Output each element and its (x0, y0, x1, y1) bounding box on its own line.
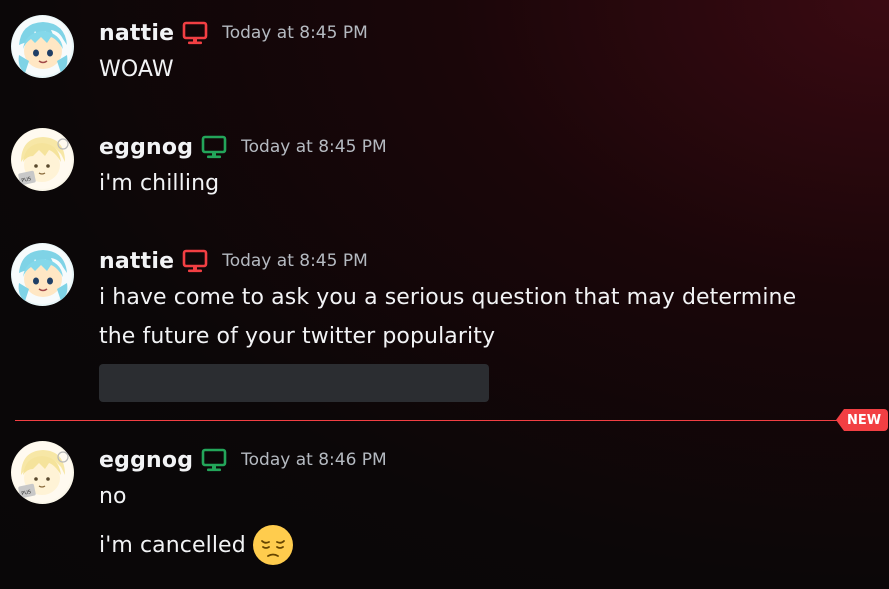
message-header: eggnog Today at 8:45 PM (99, 132, 387, 162)
eggnog-avatar-image: PUS (11, 128, 74, 191)
username[interactable]: eggnog (99, 448, 193, 473)
pensive-face-icon[interactable] (252, 524, 294, 566)
timestamp[interactable]: Today at 8:45 PM (222, 23, 368, 43)
username[interactable]: nattie (99, 249, 174, 274)
eggnog-avatar-image: PUS (11, 441, 74, 504)
message-text: WOAW (99, 57, 174, 82)
nattie-avatar-image (11, 243, 74, 306)
avatar-eggnog[interactable]: PUS (11, 441, 74, 504)
timestamp[interactable]: Today at 8:45 PM (241, 137, 387, 157)
desktop-icon (201, 447, 227, 473)
message-text-line-2: the future of your twitter popularity (99, 324, 496, 349)
message-text-line-2-wrapper: i'm cancelled (99, 524, 294, 566)
avatar-nattie[interactable] (11, 243, 74, 306)
message-header: eggnog Today at 8:46 PM (99, 445, 387, 475)
nattie-avatar-image (11, 15, 74, 78)
new-badge: NEW (836, 409, 888, 431)
desktop-icon (182, 20, 208, 46)
timestamp[interactable]: Today at 8:46 PM (241, 450, 387, 470)
username[interactable]: eggnog (99, 135, 193, 160)
desktop-icon (201, 134, 227, 160)
avatar-eggnog[interactable]: PUS (11, 128, 74, 191)
new-messages-divider (15, 420, 845, 421)
desktop-icon (182, 248, 208, 274)
message-header: nattie Today at 8:45 PM (99, 18, 368, 48)
avatar-nattie[interactable] (11, 15, 74, 78)
message-text-line-1: no (99, 484, 127, 509)
timestamp[interactable]: Today at 8:45 PM (222, 251, 368, 271)
message-text: i'm chilling (99, 171, 220, 196)
message-header: nattie Today at 8:45 PM (99, 246, 368, 276)
message-text-line-2: i'm cancelled (99, 532, 246, 558)
spoiler-attachment[interactable] (99, 364, 489, 402)
message-text-line-1: i have come to ask you a serious questio… (99, 285, 797, 310)
username[interactable]: nattie (99, 21, 174, 46)
